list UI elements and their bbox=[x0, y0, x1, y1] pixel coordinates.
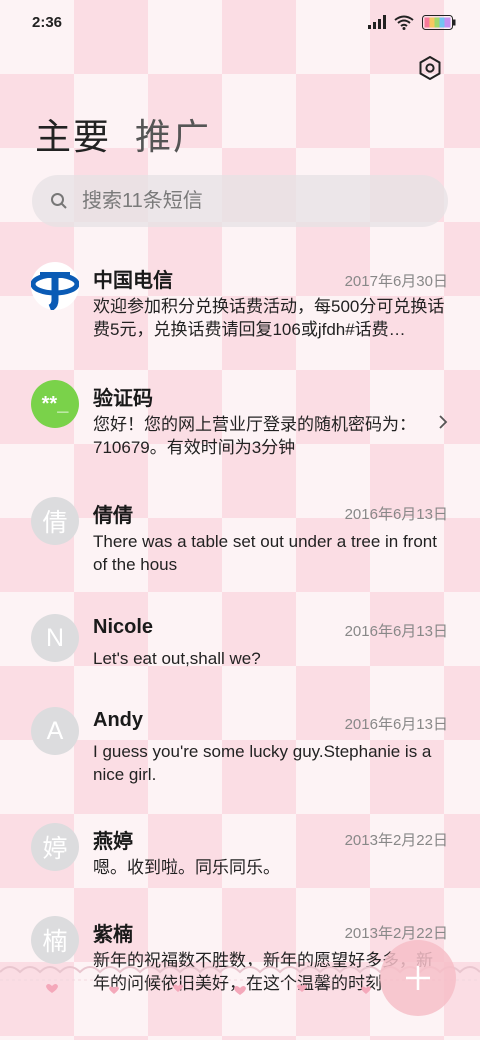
tab-promotions[interactable]: 推广 bbox=[135, 108, 211, 160]
status-icons bbox=[368, 14, 456, 30]
message-date: 2016年6月13日 bbox=[344, 506, 448, 523]
avatar: 楠 bbox=[31, 916, 79, 964]
china-telecom-logo-icon bbox=[31, 272, 79, 310]
message-date: 2017年6月30日 bbox=[344, 273, 448, 290]
conversation-item[interactable]: 中国电信 2017年6月30日 欢迎参加积分兑换话费活动，每500分可兑换话费5… bbox=[0, 252, 480, 352]
settings-button[interactable] bbox=[416, 54, 444, 82]
search-icon bbox=[51, 193, 67, 209]
search-input[interactable] bbox=[82, 189, 402, 213]
conversation-item[interactable]: 倩 倩倩 2016年6月13日 There was a table set ou… bbox=[0, 487, 480, 587]
message-preview: Let's eat out,shall we? bbox=[93, 649, 261, 668]
conversation-item[interactable]: N Nicole 2016年6月13日 Let's eat out,shall … bbox=[0, 604, 480, 704]
message-preview: 您好！您的网上营业厅登录的随机密码为：710679。有效时间为3分钟 bbox=[93, 415, 416, 457]
message-date: 2016年6月13日 bbox=[344, 623, 448, 640]
message-date: 2016年6月13日 bbox=[344, 716, 448, 733]
sender-name: 紫楠 bbox=[93, 924, 133, 946]
clock: 2:36 bbox=[32, 13, 63, 31]
search-bar[interactable] bbox=[32, 175, 448, 227]
conversation-item[interactable]: A Andy 2016年6月13日 I guess you're some lu… bbox=[0, 697, 480, 797]
sender-name: 验证码 bbox=[93, 388, 153, 410]
message-preview: I guess you're some lucky guy.Stephanie … bbox=[93, 742, 432, 784]
message-preview: 嗯。收到啦。同乐同乐。 bbox=[93, 858, 280, 877]
sender-name: 倩倩 bbox=[93, 505, 133, 527]
tab-primary[interactable]: 主要 bbox=[35, 108, 111, 160]
sender-name: 燕婷 bbox=[93, 831, 133, 853]
signal-icon bbox=[368, 15, 386, 29]
wifi-icon bbox=[394, 15, 414, 30]
sender-name: 中国电信 bbox=[93, 270, 173, 292]
sender-name: Andy bbox=[93, 709, 143, 731]
message-preview: 欢迎参加积分兑换话费活动，每500分可兑换话费5元，兑换话费请回复106或jfd… bbox=[93, 297, 445, 339]
avatar: 倩 bbox=[31, 497, 79, 545]
avatar bbox=[31, 262, 79, 310]
avatar: 婷 bbox=[31, 823, 79, 871]
battery-icon bbox=[422, 14, 456, 30]
plus-icon bbox=[406, 966, 430, 990]
conversation-item[interactable]: 婷 燕婷 2013年2月22日 嗯。收到啦。同乐同乐。 bbox=[0, 813, 480, 913]
conversation-item[interactable]: **_ 验证码 您好！您的网上营业厅登录的随机密码为：710679。有效时间为3… bbox=[0, 370, 480, 470]
avatar: N bbox=[31, 614, 79, 662]
status-bar: 2:36 bbox=[0, 0, 480, 44]
tab-bar: 主要 推广 bbox=[35, 108, 211, 160]
message-date: 2013年2月22日 bbox=[344, 832, 448, 849]
chevron-right-icon[interactable] bbox=[438, 414, 448, 430]
message-date: 2013年2月22日 bbox=[344, 925, 448, 942]
avatar: **_ bbox=[31, 380, 79, 428]
message-preview: There was a table set out under a tree i… bbox=[93, 532, 437, 574]
compose-button[interactable] bbox=[380, 940, 456, 1016]
avatar: A bbox=[31, 707, 79, 755]
sender-name: Nicole bbox=[93, 616, 154, 638]
settings-icon bbox=[419, 56, 441, 80]
